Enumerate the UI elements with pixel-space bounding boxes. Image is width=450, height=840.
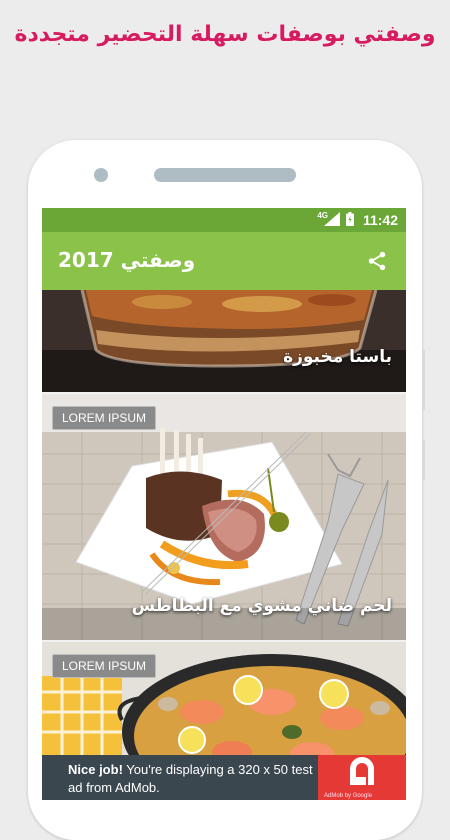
app-title: وصفتي 2017: [58, 248, 196, 272]
promo-headline: وصفتي بوصفات سهلة التحضير متجددة: [14, 22, 436, 47]
ad-text: Nice job! You're displaying a 320 x 50 t…: [68, 761, 318, 797]
recipe-title: لحم ضاني مشوي مع البطاطس: [131, 596, 392, 616]
share-icon[interactable]: [366, 250, 388, 272]
ad-brand: AdMob by Google: [324, 793, 373, 799]
phone-power-button: [422, 440, 425, 480]
phone-camera: [94, 168, 108, 182]
recipe-card-baked-pasta[interactable]: باستا مخبوزة: [42, 290, 406, 392]
admob-logo: AdMob by Google: [318, 755, 406, 800]
status-time: 11:42: [362, 212, 398, 228]
status-bar: 4G 11:42: [42, 208, 406, 232]
category-badge: LOREM IPSUM: [52, 406, 157, 430]
signal-icon: [324, 212, 340, 226]
battery-icon: [346, 212, 354, 226]
admob-icon: [350, 757, 374, 785]
app-screen: 4G 11:42 وصفتي 2017 باستا مخبوزة LOREM I…: [42, 208, 406, 800]
recipe-title: باستا مخبوزة: [283, 347, 392, 367]
ad-banner[interactable]: Nice job! You're displaying a 320 x 50 t…: [42, 755, 406, 800]
category-badge: LOREM IPSUM: [52, 654, 157, 678]
ad-lead: Nice job!: [68, 762, 123, 777]
phone-volume-button: [422, 350, 425, 410]
recipe-photo: [42, 290, 406, 392]
recipe-card-roast-lamb[interactable]: LOREM IPSUM لحم ضاني مشوي مع البطاطس: [42, 394, 406, 640]
phone-speaker: [154, 168, 296, 182]
app-bar: وصفتي 2017: [42, 232, 406, 290]
